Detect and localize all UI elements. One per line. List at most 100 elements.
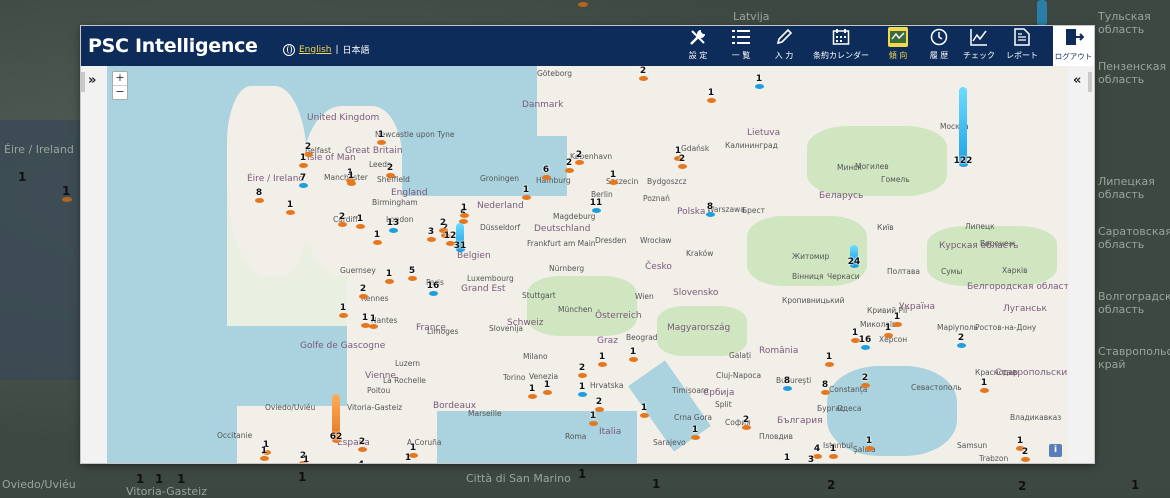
- nav-history[interactable]: 履 歴: [924, 26, 954, 66]
- inspection-count-marker[interactable]: 2: [674, 154, 690, 169]
- inspection-count-marker[interactable]: 1: [821, 352, 837, 367]
- inspection-count-marker[interactable]: 13: [385, 218, 401, 233]
- inspection-count-marker[interactable]: 1: [539, 380, 555, 395]
- info-button[interactable]: i: [1049, 444, 1062, 457]
- lang-japanese-link[interactable]: 日本語: [343, 43, 370, 56]
- nav-check[interactable]: チェック: [961, 26, 997, 66]
- nav-treaty-calendar-label: 条約カレンダー: [813, 51, 869, 60]
- nav-history-label: 履 歴: [929, 51, 949, 60]
- inspection-count-marker[interactable]: 1: [880, 323, 896, 338]
- inspection-count-marker[interactable]: 8: [251, 188, 267, 203]
- list-icon: [731, 27, 751, 47]
- inspection-count-marker[interactable]: 1: [343, 171, 359, 186]
- inspection-count-marker[interactable]: 7: [295, 173, 311, 188]
- pencil-icon: [774, 27, 794, 47]
- right-scrollbar-thumb[interactable]: [1088, 72, 1092, 92]
- inspection-count-marker[interactable]: 2: [591, 397, 607, 412]
- inspection-count-marker[interactable]: 1: [703, 88, 719, 103]
- inspection-count-marker[interactable]: 16: [857, 335, 873, 350]
- nav-settings[interactable]: 設 定: [683, 26, 713, 66]
- marker-pin: [706, 98, 716, 103]
- inspection-count-marker[interactable]: 6: [538, 165, 554, 180]
- inspection-count-marker[interactable]: 1: [369, 230, 385, 245]
- inspection-count-marker[interactable]: 2: [574, 363, 590, 378]
- inspection-count-marker[interactable]: 1: [687, 425, 703, 440]
- inspection-count-marker[interactable]: 1: [779, 453, 795, 463]
- inspection-count-marker[interactable]: 2: [1017, 447, 1033, 462]
- nav-trend[interactable]: 傾 向: [883, 26, 913, 66]
- marker-count: 8: [783, 376, 791, 386]
- inspection-count-marker[interactable]: 1: [524, 384, 540, 399]
- marker-count: 2: [358, 437, 366, 447]
- map-place-label: Lietuva: [747, 128, 781, 138]
- inspection-count-marker[interactable]: 1: [282, 200, 298, 215]
- inspection-count-marker[interactable]: 1: [574, 382, 590, 397]
- inspection-count-marker[interactable]: 1: [256, 446, 272, 461]
- inspection-count-marker[interactable]: 1: [751, 74, 767, 89]
- inspection-count-marker[interactable]: 1: [518, 185, 534, 200]
- inspection-count-marker[interactable]: 1: [456, 203, 472, 218]
- inspection-count-marker[interactable]: 8: [702, 202, 718, 217]
- background-label: Ставропольский край: [1098, 345, 1170, 371]
- marker-pin: [597, 362, 607, 367]
- inspection-count-marker[interactable]: 1: [605, 170, 621, 185]
- inspection-count-marker[interactable]: 1: [381, 269, 397, 284]
- inspection-count-marker[interactable]: 1: [594, 352, 610, 367]
- inspection-count-marker[interactable]: 1: [405, 443, 421, 458]
- nav-treaty-calendar[interactable]: 条約カレンダー: [809, 26, 873, 66]
- inspection-count-marker[interactable]: 1: [335, 303, 351, 318]
- marker-count: 1: [783, 453, 791, 463]
- inspection-count-marker[interactable]: 1: [861, 436, 877, 451]
- inspection-count-marker[interactable]: 1: [585, 411, 601, 426]
- inspection-count-marker[interactable]: 1: [365, 314, 381, 329]
- inspection-count-marker[interactable]: 2: [635, 66, 651, 81]
- inspection-count-marker[interactable]: 2: [334, 212, 350, 227]
- background-bar: [1037, 0, 1047, 26]
- inspection-count-marker[interactable]: 62: [328, 394, 344, 443]
- nav-list[interactable]: 一 覧: [726, 26, 756, 66]
- zoom-out-button[interactable]: −: [113, 86, 127, 99]
- inspection-count-marker[interactable]: 4: [353, 460, 369, 463]
- logout-button[interactable]: ログアウト: [1053, 26, 1094, 66]
- inspection-count-marker[interactable]: 2: [738, 415, 754, 430]
- lang-english-link[interactable]: English: [299, 45, 332, 55]
- inspection-count-marker[interactable]: 1: [625, 347, 641, 362]
- map-view[interactable]: Göteborg Danmark København United Kingdom Ne…: [107, 66, 1068, 463]
- inspection-count-marker[interactable]: 1: [976, 378, 992, 393]
- inspection-count-marker[interactable]: 8: [779, 376, 795, 391]
- map-place-label: Occitanie: [217, 431, 253, 440]
- inspection-count-marker[interactable]: 31: [452, 223, 468, 252]
- map-place-label: Split: [715, 400, 732, 409]
- expand-panel-button[interactable]: »: [88, 73, 96, 88]
- inspection-count-marker[interactable]: 2: [571, 150, 587, 165]
- inspection-count-marker[interactable]: 2: [354, 437, 370, 452]
- inspection-count-marker[interactable]: 1: [298, 455, 314, 463]
- collapse-panel-button[interactable]: «: [1073, 73, 1081, 88]
- nav-input[interactable]: 入 力: [769, 26, 799, 66]
- inspection-count-marker[interactable]: 3: [803, 455, 819, 463]
- inspection-count-marker[interactable]: 1: [352, 214, 368, 229]
- inspection-count-marker[interactable]: 5: [404, 266, 420, 281]
- inspection-count-marker[interactable]: 1: [636, 403, 652, 418]
- map-place-label: Беларусь: [819, 191, 864, 201]
- nav-report[interactable]: レポート: [1002, 26, 1042, 66]
- inspection-count-marker[interactable]: 8: [817, 380, 833, 395]
- inspection-count-marker[interactable]: 2: [953, 333, 969, 348]
- zoom-in-button[interactable]: +: [113, 72, 127, 86]
- inspection-count-marker[interactable]: 122: [954, 87, 972, 167]
- inspection-count-marker[interactable]: 2: [355, 284, 371, 299]
- marker-count: 1: [629, 347, 637, 357]
- inspection-count-marker[interactable]: 11: [588, 198, 604, 213]
- nav-settings-label: 設 定: [688, 51, 708, 60]
- map-place-label: Могилев: [855, 162, 889, 171]
- inspection-count-marker[interactable]: 16: [425, 281, 441, 296]
- inspection-count-marker[interactable]: 2: [857, 373, 873, 388]
- inspection-count-marker[interactable]: 1: [295, 153, 311, 168]
- inspection-count-marker[interactable]: 2: [382, 163, 398, 178]
- marker-count: 4: [353, 460, 369, 463]
- inspection-count-marker[interactable]: 1: [825, 444, 841, 459]
- left-scrollbar-thumb[interactable]: [81, 72, 85, 92]
- inspection-count-marker[interactable]: 24: [846, 245, 862, 268]
- background-marker-count: 1: [1131, 478, 1140, 492]
- inspection-count-marker[interactable]: 1: [373, 130, 389, 145]
